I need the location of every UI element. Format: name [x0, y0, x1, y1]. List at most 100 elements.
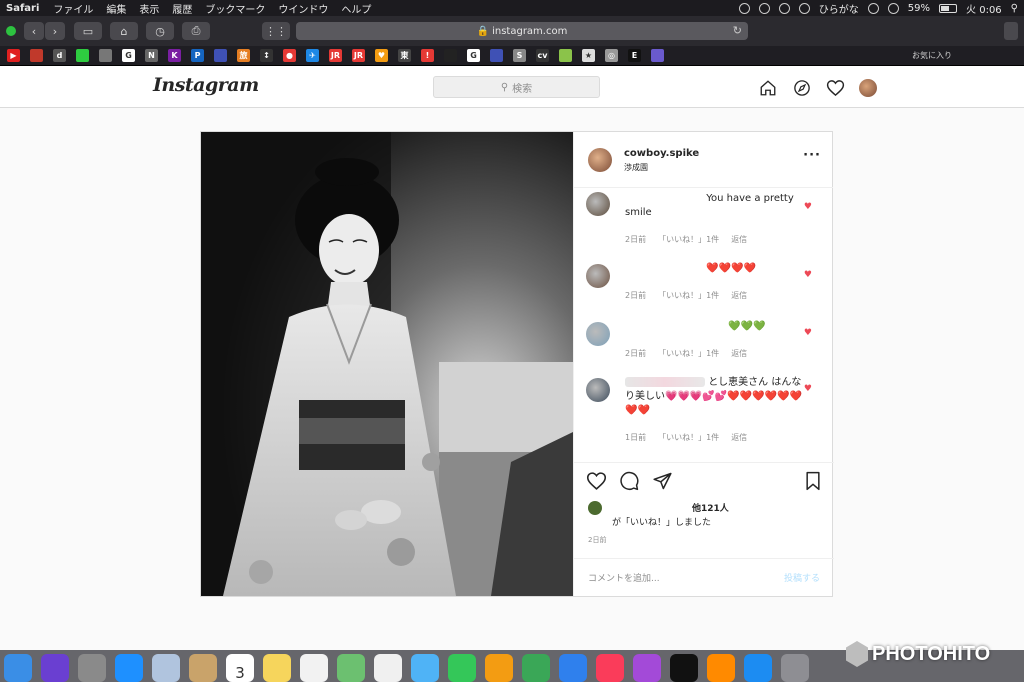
reply-button[interactable]: 返信 — [731, 433, 747, 442]
favorite-bookmark-icon[interactable]: ♥ — [375, 49, 388, 62]
favorite-bookmark-icon[interactable]: ✈ — [306, 49, 319, 62]
photos-dock-icon[interactable] — [374, 654, 402, 682]
profile-avatar[interactable] — [859, 78, 877, 97]
home-button-icon[interactable]: ⌂ — [110, 22, 138, 40]
share-paper-plane-icon[interactable] — [652, 471, 673, 495]
favorite-bookmark-icon[interactable]: d — [53, 49, 66, 62]
contacts-dock-icon[interactable] — [189, 654, 217, 682]
back-button[interactable]: ‹ — [24, 22, 44, 40]
menu-edit[interactable]: 編集 — [106, 1, 126, 16]
comment-input[interactable]: コメントを追加... — [588, 571, 660, 584]
post-location[interactable]: 渉成園 — [624, 162, 648, 173]
favorite-bookmark-icon[interactable]: K — [168, 49, 181, 62]
pages-dock-icon[interactable] — [485, 654, 513, 682]
status-icon[interactable] — [738, 2, 750, 14]
favorites-label[interactable]: お気に入り — [912, 50, 952, 61]
input-mode[interactable]: ひらがな — [819, 1, 859, 16]
menu-history[interactable]: 履歴 — [172, 1, 192, 16]
podcasts-dock-icon[interactable] — [633, 654, 661, 682]
author-username[interactable]: cowboy.spike — [624, 148, 699, 159]
reply-button[interactable]: 返信 — [731, 235, 747, 244]
status-icon[interactable] — [758, 2, 770, 14]
favorite-bookmark-icon[interactable]: ● — [283, 49, 296, 62]
favorite-bookmark-icon[interactable]: ! — [421, 49, 434, 62]
battery-icon[interactable] — [939, 3, 958, 13]
app-store-dock-icon[interactable] — [744, 654, 772, 682]
reminders-dock-icon[interactable] — [300, 654, 328, 682]
comment-time[interactable]: 1日前 — [625, 433, 646, 442]
comment-like-heart-icon[interactable]: ♥ — [804, 202, 812, 212]
like-heart-icon[interactable] — [586, 471, 607, 495]
history-clock-icon[interactable]: ◷ — [146, 22, 174, 40]
favorite-bookmark-icon[interactable]: ◎ — [605, 49, 618, 62]
messages-dock-icon[interactable] — [411, 654, 439, 682]
favorite-bookmark-icon[interactable]: E — [628, 49, 641, 62]
favorite-bookmark-icon[interactable] — [559, 49, 572, 62]
reply-button[interactable]: 返信 — [731, 291, 747, 300]
save-bookmark-icon[interactable] — [804, 471, 822, 495]
favorite-bookmark-icon[interactable]: ↕ — [260, 49, 273, 62]
new-tab-button[interactable] — [1004, 22, 1018, 40]
menu-view[interactable]: 表示 — [139, 1, 159, 16]
reply-button[interactable]: 返信 — [731, 349, 747, 358]
favorite-bookmark-icon[interactable] — [99, 49, 112, 62]
comment-like-count[interactable]: 「いいね！」1件 — [658, 349, 719, 358]
commenter-avatar[interactable] — [586, 264, 610, 288]
favorite-bookmark-icon[interactable] — [444, 49, 457, 62]
menu-file[interactable]: ファイル — [53, 1, 93, 16]
favorite-bookmark-icon[interactable]: JR — [329, 49, 342, 62]
favorite-bookmark-icon[interactable]: ▶ — [7, 49, 20, 62]
favorite-bookmark-icon[interactable] — [214, 49, 227, 62]
siri-dock-icon[interactable] — [41, 654, 69, 682]
safari-dock-icon[interactable] — [115, 654, 143, 682]
menu-help[interactable]: ヘルプ — [341, 1, 371, 16]
finder-dock-icon[interactable] — [4, 654, 32, 682]
post-comment-button[interactable]: 投稿する — [784, 571, 820, 584]
activity-heart-icon[interactable] — [825, 77, 846, 98]
system-preferences-dock-icon[interactable] — [781, 654, 809, 682]
home-icon[interactable] — [757, 77, 778, 98]
commenter-avatar[interactable] — [586, 378, 610, 402]
comment-like-count[interactable]: 「いいね！」1件 — [658, 433, 719, 442]
comment-bubble-icon[interactable] — [619, 471, 640, 495]
comment-time[interactable]: 2日前 — [625, 291, 646, 300]
favorite-bookmark-icon[interactable]: cv — [536, 49, 549, 62]
explore-compass-icon[interactable] — [791, 77, 812, 98]
music-dock-icon[interactable] — [596, 654, 624, 682]
comment-time[interactable]: 2日前 — [625, 235, 646, 244]
post-timestamp[interactable]: 2日前 — [588, 535, 606, 545]
post-photo[interactable] — [201, 132, 573, 596]
comment-like-count[interactable]: 「いいね！」1件 — [658, 235, 719, 244]
address-bar[interactable]: 🔒 instagram.com ↻ — [296, 22, 748, 40]
commenter-avatar[interactable] — [586, 322, 610, 346]
favorite-bookmark-icon[interactable]: S — [513, 49, 526, 62]
favorite-bookmark-icon[interactable]: ★ — [582, 49, 595, 62]
comment-like-count[interactable]: 「いいね！」1件 — [658, 291, 719, 300]
menu-clock[interactable]: 火 0:06 — [966, 1, 1002, 16]
comment-like-heart-icon[interactable]: ♥ — [804, 384, 812, 394]
reload-icon[interactable]: ↻ — [733, 24, 742, 37]
launchpad-dock-icon[interactable] — [78, 654, 106, 682]
window-zoom-button[interactable] — [6, 26, 16, 36]
bluetooth-icon[interactable] — [867, 2, 879, 14]
calendar-dock-icon[interactable]: 3 — [226, 654, 254, 682]
menu-app-name[interactable]: Safari — [6, 3, 39, 14]
sidebar-toggle-icon[interactable]: ▭ — [74, 22, 102, 40]
favorite-bookmark-icon[interactable] — [651, 49, 664, 62]
favorite-bookmark-icon[interactable]: 旅 — [237, 49, 250, 62]
favorite-bookmark-icon[interactable]: G — [122, 49, 135, 62]
instagram-logo[interactable]: Instagram — [153, 74, 259, 96]
liker-avatar[interactable] — [588, 501, 602, 515]
facetime-dock-icon[interactable] — [448, 654, 476, 682]
menu-bookmarks[interactable]: ブックマーク — [205, 1, 265, 16]
keynote-dock-icon[interactable] — [559, 654, 587, 682]
tv-dock-icon[interactable] — [670, 654, 698, 682]
preview-dock-icon[interactable] — [152, 654, 180, 682]
favorite-bookmark-icon[interactable] — [76, 49, 89, 62]
favorite-bookmark-icon[interactable]: N — [145, 49, 158, 62]
top-sites-grid-icon[interactable]: ⋮⋮ — [262, 22, 290, 40]
forward-button[interactable]: › — [45, 22, 65, 40]
books-dock-icon[interactable] — [707, 654, 735, 682]
comment-time[interactable]: 2日前 — [625, 349, 646, 358]
favorite-bookmark-icon[interactable]: P — [191, 49, 204, 62]
